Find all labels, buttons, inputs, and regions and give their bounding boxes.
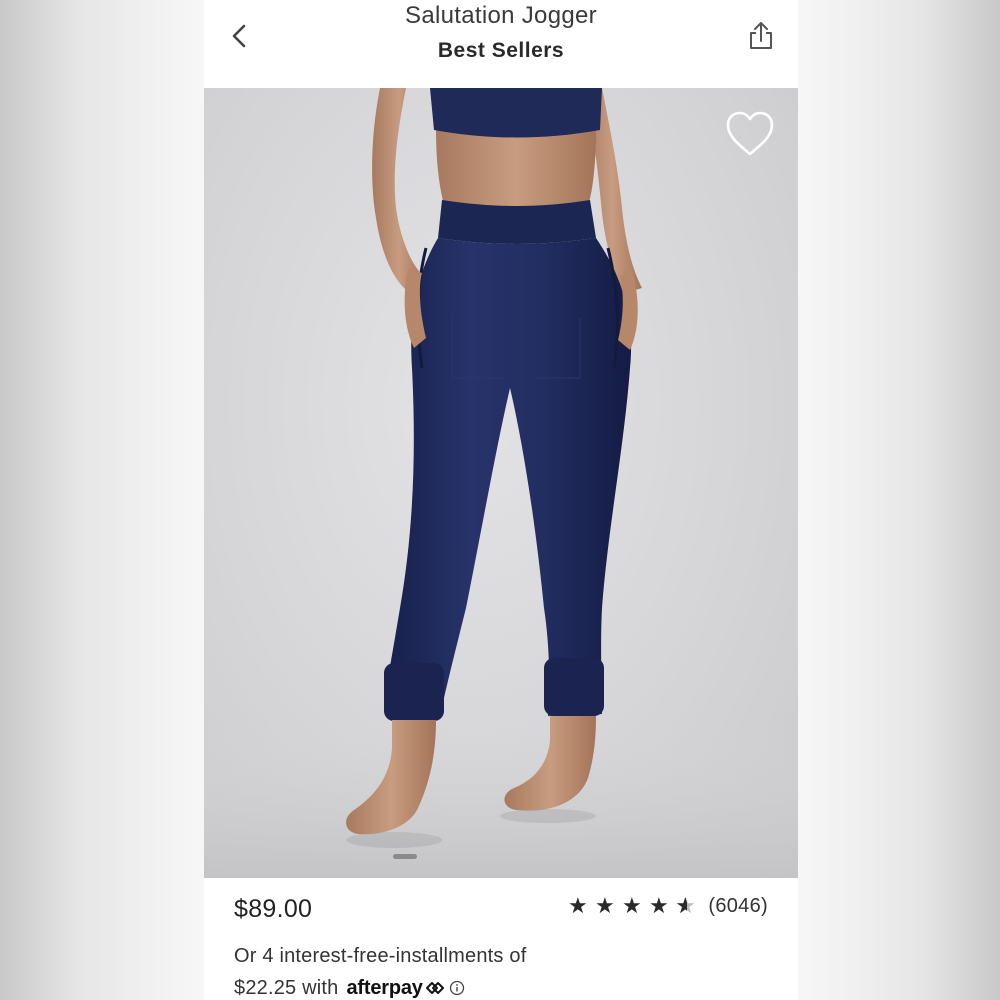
- product-image[interactable]: [204, 88, 798, 878]
- installments-text-line2: $22.25 with afterpay: [234, 972, 526, 1000]
- share-button[interactable]: [744, 18, 778, 54]
- info-icon[interactable]: [449, 980, 465, 996]
- afterpay-logo: afterpay: [346, 977, 423, 999]
- jogger-model-illustration: [204, 88, 798, 878]
- star-icon: ★: [622, 893, 642, 918]
- star-icon: ★: [568, 893, 588, 918]
- product-price: $89.00: [234, 895, 313, 923]
- heart-outline-icon: [726, 111, 774, 156]
- review-count[interactable]: (6046): [708, 895, 768, 918]
- installments-amount: $22.25 with: [234, 977, 339, 999]
- product-header: Salutation Jogger Best Sellers: [204, 0, 798, 88]
- favorite-button[interactable]: [724, 110, 776, 158]
- star-icon: ★: [649, 893, 669, 918]
- rating-stars: ★ ★ ★ ★ ★: [567, 893, 696, 919]
- page-title: Salutation Jogger: [405, 2, 597, 29]
- star-half-icon: ★: [675, 893, 696, 919]
- star-icon: ★: [595, 893, 615, 918]
- share-icon: [750, 22, 772, 49]
- image-pager-indicator[interactable]: [393, 854, 417, 859]
- product-rating[interactable]: ★ ★ ★ ★ ★ (6046): [567, 893, 768, 919]
- page-subtitle: Best Sellers: [437, 39, 565, 62]
- afterpay-installments: Or 4 interest-free-installments of $22.2…: [234, 940, 526, 1000]
- installments-text-line1: Or 4 interest-free-installments of: [234, 945, 527, 967]
- afterpay-arrows-icon: [425, 982, 444, 994]
- phone-screen: Salutation Jogger Best Sellers $89.00 ★ …: [204, 0, 798, 1000]
